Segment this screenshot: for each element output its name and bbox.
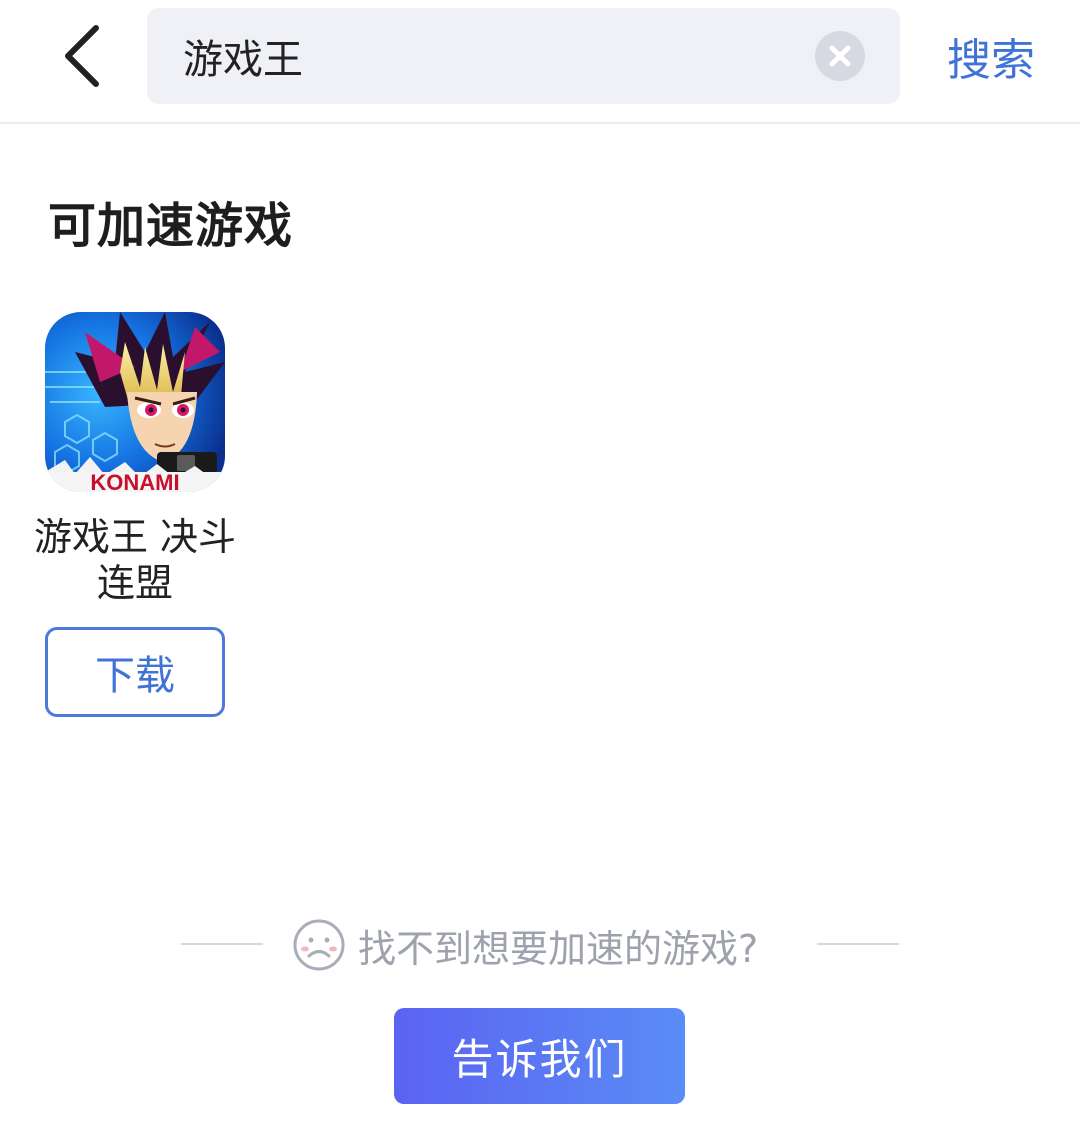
search-results-page: 搜索 可加速游戏 (0, 0, 1080, 1133)
clear-search-button[interactable] (815, 31, 865, 81)
not-found-hint: 找不到想要加速的游戏? (358, 926, 759, 971)
section-title: 可加速游戏 (48, 198, 294, 254)
search-header: 搜索 (0, 0, 1080, 124)
game-artwork-image: KONAMI (45, 312, 225, 492)
search-box (147, 8, 900, 104)
game-name: 游戏王 决斗连盟 (33, 515, 237, 605)
search-input[interactable] (183, 8, 803, 104)
back-button[interactable] (50, 22, 114, 90)
chevron-left-icon (65, 25, 99, 87)
tell-us-button[interactable]: 告诉我们 (394, 1008, 685, 1104)
game-card: KONAMI 游戏王 决斗连盟 下载 (20, 310, 250, 720)
game-icon[interactable]: KONAMI (45, 312, 225, 492)
divider-left (181, 943, 263, 945)
close-icon (829, 45, 851, 67)
search-button[interactable]: 搜索 (936, 22, 1046, 90)
download-button[interactable]: 下载 (45, 627, 225, 717)
divider-right (817, 943, 899, 945)
konami-logo: KONAMI (90, 470, 179, 492)
sad-face-icon (293, 919, 345, 971)
